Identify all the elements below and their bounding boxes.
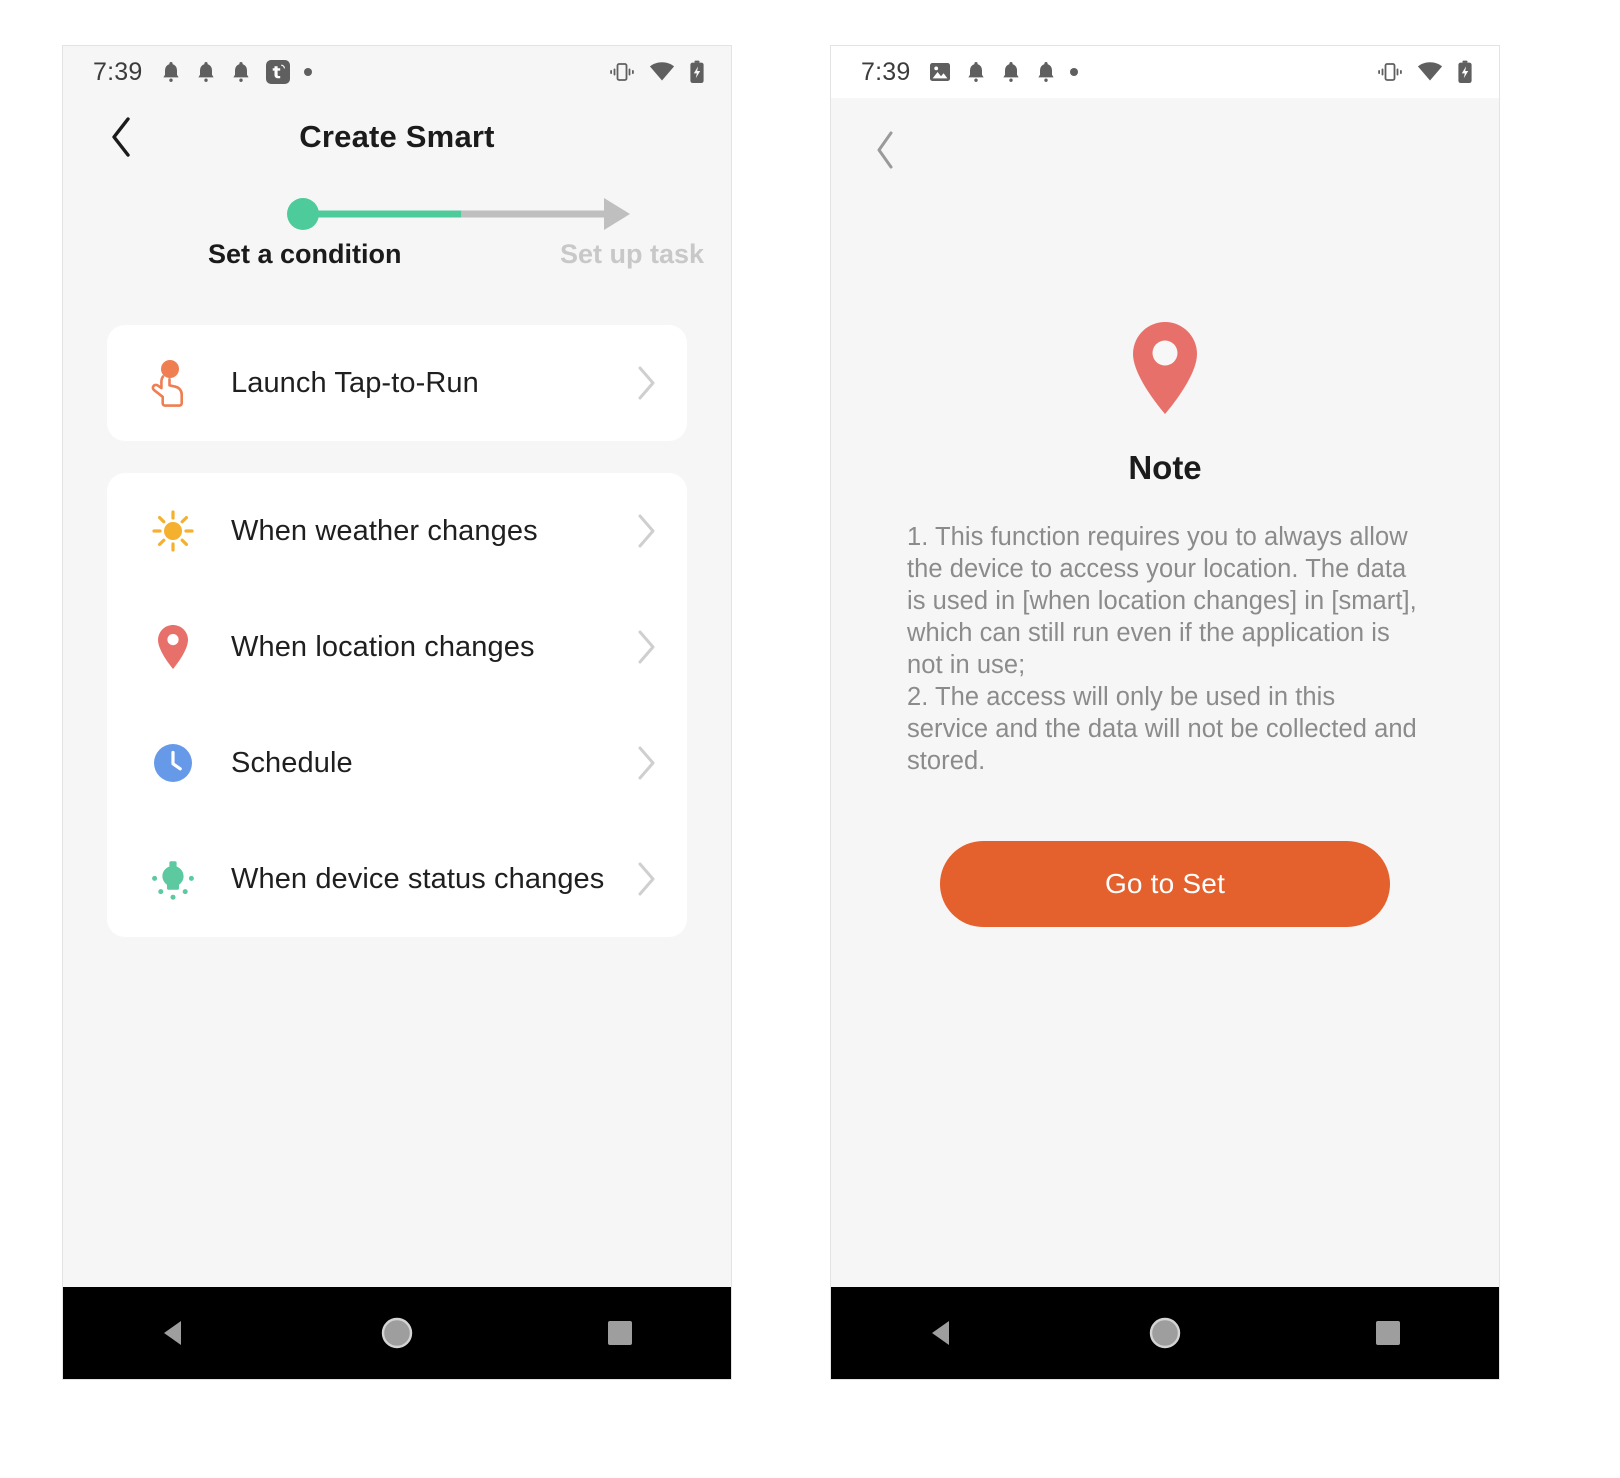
card-condition-triggers: When weather changes When location chang… (107, 473, 687, 937)
light-bulb-icon (145, 851, 201, 907)
go-to-set-button[interactable]: Go to Set (940, 841, 1390, 927)
page-title: Create Smart (299, 119, 495, 154)
list-item-schedule[interactable]: Schedule (107, 705, 687, 821)
dot-icon (1070, 68, 1079, 76)
list-item-when-device-status-changes[interactable]: When device status changes (107, 821, 687, 937)
nav-home-button[interactable] (1120, 1288, 1210, 1378)
android-nav-bar-left (63, 1287, 731, 1379)
sun-icon (145, 503, 201, 559)
back-button[interactable] (97, 113, 145, 161)
chevron-right-icon (635, 744, 657, 782)
wifi-icon (649, 62, 675, 81)
list-item-label: When location changes (231, 630, 535, 663)
note-panel: Note 1. This function requires you to al… (831, 202, 1499, 1287)
card-tap-to-run: Launch Tap-to-Run (107, 325, 687, 441)
bell-icon (233, 62, 250, 82)
vibrate-icon (610, 63, 634, 81)
dot-icon (304, 68, 313, 76)
back-chevron-icon (877, 131, 893, 169)
app-bar-right (831, 98, 1499, 202)
back-triangle-icon (164, 1321, 182, 1345)
status-time: 7:39 (861, 57, 911, 86)
bell-icon (1003, 62, 1020, 82)
nav-recents-button[interactable] (575, 1288, 665, 1378)
stepper: Set a condition Set up task (63, 176, 731, 311)
bell-icon (968, 62, 985, 82)
android-nav-bar-right (831, 1287, 1499, 1379)
bell-icon (163, 62, 180, 82)
recents-square-icon (1375, 1321, 1400, 1345)
recents-square-icon (607, 1321, 632, 1345)
location-pin-large-icon (1131, 320, 1199, 421)
list-item-label: Launch Tap-to-Run (231, 366, 479, 399)
chevron-right-icon (635, 628, 657, 666)
list-item-when-location-changes[interactable]: When location changes (107, 589, 687, 705)
app-bar-left: Create Smart (63, 98, 731, 176)
note-body-text: 1. This function requires you to always … (907, 523, 1417, 775)
back-chevron-icon (112, 117, 130, 157)
clock-icon (145, 735, 201, 791)
battery-charging-icon (1458, 60, 1472, 83)
stepper-label-active: Set a condition (208, 239, 402, 269)
stepper-track (63, 194, 731, 234)
back-button[interactable] (861, 126, 909, 174)
vibrate-icon (1378, 63, 1402, 81)
tap-to-run-icon (145, 355, 201, 411)
phone-screen-create-smart: 7:39 Create Smart Set a condition Set up… (62, 45, 732, 1380)
home-circle-icon (1149, 1317, 1181, 1349)
phone-screen-location-note: 7:39 Note 1. This function requires you … (830, 45, 1500, 1380)
status-left-icons (160, 59, 313, 85)
tuya-app-icon (266, 60, 291, 84)
nav-back-button[interactable] (897, 1288, 987, 1378)
chevron-right-icon (635, 860, 657, 898)
location-pin-icon (145, 619, 201, 675)
condition-list: Launch Tap-to-Run When weather changes W… (63, 311, 731, 1287)
status-right-icons (609, 60, 705, 84)
screenshot-icon (930, 63, 951, 81)
status-time: 7:39 (93, 57, 143, 86)
status-left-icons (928, 60, 1079, 84)
bell-icon (1038, 62, 1055, 82)
status-bar-right: 7:39 (831, 46, 1499, 98)
home-circle-icon (381, 1317, 413, 1349)
status-right-icons (1377, 60, 1473, 84)
list-item-label: When device status changes (231, 862, 605, 895)
stepper-labels: Set a condition Set up task (63, 239, 731, 289)
list-item-label: Schedule (231, 746, 353, 779)
battery-charging-icon (690, 60, 704, 83)
list-item-when-weather-changes[interactable]: When weather changes (107, 473, 687, 589)
chevron-right-icon (635, 364, 657, 402)
note-title: Note (1128, 449, 1202, 486)
stepper-progress-graphic (287, 198, 630, 230)
chevron-right-icon (635, 512, 657, 550)
status-bar-left: 7:39 (63, 46, 731, 98)
nav-home-button[interactable] (352, 1288, 442, 1378)
screenshot-root: 7:39 Create Smart Set a condition Set up… (0, 0, 1620, 1478)
stepper-label-inactive: Set up task (560, 239, 705, 269)
back-triangle-icon (932, 1321, 950, 1345)
nav-back-button[interactable] (129, 1288, 219, 1378)
list-item-launch-tap-to-run[interactable]: Launch Tap-to-Run (107, 325, 687, 441)
nav-recents-button[interactable] (1343, 1288, 1433, 1378)
list-item-label: When weather changes (231, 514, 538, 547)
bell-icon (198, 62, 215, 82)
wifi-icon (1417, 62, 1443, 81)
